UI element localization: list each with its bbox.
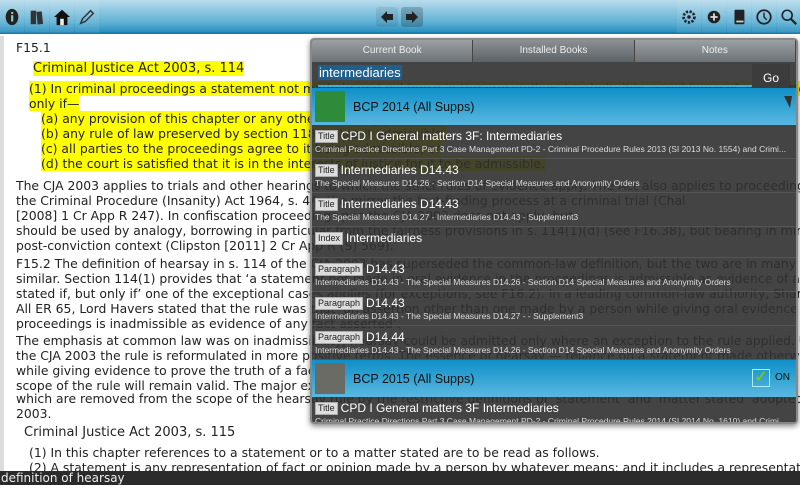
document-line: 2003.: [16, 406, 52, 421]
book-icon[interactable]: [727, 0, 751, 33]
toggle-label: ON: [775, 372, 790, 383]
search-result-item[interactable]: Paragraph D14.44 Intermediaries D14.43 - T…: [312, 326, 796, 360]
result-subtitle: Criminal Practice Directions Part 3 Case…: [315, 144, 786, 154]
result-title: CPD I General matters 3F: Intermediaries: [340, 129, 563, 143]
result-subtitle: Intermediaries D14.43 - The Special Meas…: [315, 311, 584, 321]
tab-installed-books[interactable]: Installed Books: [473, 40, 635, 62]
expand-corner-icon: [784, 96, 792, 108]
book-enabled-checkbox[interactable]: ✓: [752, 369, 770, 387]
plus-icon[interactable]: [702, 0, 726, 33]
home-icon[interactable]: [50, 0, 74, 33]
book-cover-image: [315, 91, 345, 122]
result-title: Intermediaries D14.43: [340, 163, 459, 177]
result-type-badge: Index: [315, 231, 344, 245]
result-type-badge: Title: [315, 401, 338, 415]
result-type-badge: Paragraph: [315, 330, 364, 344]
tab-notes[interactable]: Notes: [634, 40, 796, 62]
result-title: CPD I General matters 3F Intermediaries: [340, 401, 559, 415]
section-heading: Criminal Justice Act 2003, s. 114: [33, 61, 245, 76]
document-line: F15.1: [16, 40, 51, 55]
result-subtitle: Intermediaries D14.43 - The Special Meas…: [315, 345, 731, 355]
result-title: D14.43: [366, 262, 405, 276]
search-input[interactable]: intermediaries: [318, 65, 752, 87]
document-line: only if—: [29, 96, 80, 111]
result-subtitle: The Special Measures D14.27 - Intermedia…: [315, 212, 579, 222]
book-title: BCP 2015 (All Supps): [353, 371, 475, 386]
search-result-item[interactable]: Title CPD I General matters 3F Intermedia…: [312, 397, 796, 424]
search-result-item[interactable]: Title Intermediaries D14.43 The Special Me…: [312, 159, 796, 193]
result-type-badge: Title: [315, 197, 338, 211]
result-type-badge: Paragraph: [315, 296, 364, 310]
search-panel: Current Book Installed Books Notes inter…: [310, 38, 798, 424]
clock-icon[interactable]: [752, 0, 776, 33]
result-title: D14.43: [366, 296, 405, 310]
result-title: D14.44: [366, 330, 405, 344]
search-result-item[interactable]: Title Intermediaries D14.43 The Special Me…: [312, 193, 796, 227]
back-arrow-icon[interactable]: [376, 7, 398, 27]
tab-current-book[interactable]: Current Book: [312, 40, 474, 62]
search-result-item[interactable]: Paragraph D14.43 Intermediaries D14.43 - T…: [312, 258, 796, 292]
pencil-icon[interactable]: [75, 0, 99, 33]
result-type-badge: Paragraph: [315, 262, 364, 276]
search-result-item[interactable]: Index Intermediaries: [312, 227, 796, 258]
go-button[interactable]: Go: [752, 64, 790, 90]
search-tabs: Current Book Installed Books Notes: [312, 40, 796, 62]
forward-arrow-icon[interactable]: [401, 7, 423, 27]
section-heading: Criminal Justice Act 2003, s. 115: [24, 425, 236, 440]
books-icon[interactable]: [25, 0, 49, 33]
document-line: (1) In this chapter references to a stat…: [29, 445, 600, 460]
gear-icon[interactable]: [677, 0, 701, 33]
book-header[interactable]: BCP 2014 (All Supps): [312, 88, 796, 125]
result-type-badge: Title: [315, 129, 338, 143]
result-type-badge: Title: [315, 163, 338, 177]
status-bar: definition of hearsay: [0, 471, 800, 485]
info-icon[interactable]: [0, 0, 24, 33]
result-title: Intermediaries D14.43: [340, 197, 459, 211]
search-result-item[interactable]: Title CPD I General matters 3F: Intermedi…: [312, 125, 796, 159]
result-title: Intermediaries: [346, 231, 423, 245]
top-toolbar: [0, 0, 800, 34]
book-cover-image: [315, 363, 345, 394]
search-icon[interactable]: [777, 0, 800, 33]
book-header[interactable]: BCP 2015 (All Supps) ✓ ON: [312, 360, 796, 397]
results-list[interactable]: BCP 2014 (All Supps) Title CPD I General m…: [312, 88, 796, 424]
search-result-item[interactable]: Paragraph D14.43 Intermediaries D14.43 - T…: [312, 292, 796, 326]
result-subtitle: Criminal Practice Directions Part 3 Case…: [315, 416, 786, 424]
result-subtitle: The Special Measures D14.26 - Section D1…: [315, 178, 640, 188]
book-title: BCP 2014 (All Supps): [353, 99, 475, 114]
search-query: intermediaries: [318, 65, 402, 80]
result-subtitle: Intermediaries D14.43 - The Special Meas…: [315, 277, 731, 287]
